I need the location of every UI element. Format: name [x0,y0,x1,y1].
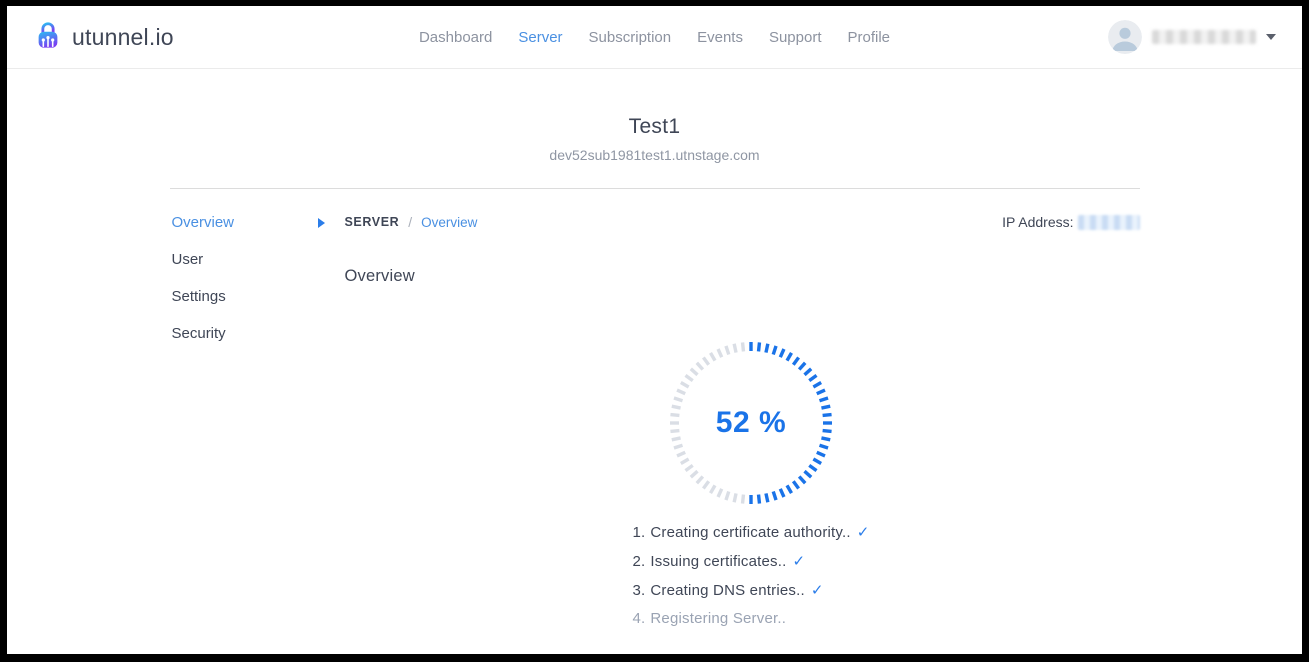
sidebar-item-security[interactable]: Security [172,325,325,342]
sidebar-item-user[interactable]: User [172,251,325,268]
check-icon: ✓ [811,582,824,599]
section-heading: Overview [345,267,1140,286]
ip-address-redacted [1078,215,1140,230]
app-window: utunnel.io Dashboard Server Subscription… [7,6,1302,654]
step-issuing-certs: 2. Issuing certificates.. ✓ [632,552,869,570]
padlock-logo-icon [33,20,63,55]
active-arrow-icon [318,218,325,228]
progress-percent: 52 % [666,338,836,508]
breadcrumb-server[interactable]: SERVER [345,215,400,229]
top-bar: utunnel.io Dashboard Server Subscription… [7,6,1302,69]
nav-profile[interactable]: Profile [848,29,891,46]
breadcrumb: SERVER / Overview [345,214,478,230]
chevron-down-icon [1266,34,1276,40]
nav-subscription[interactable]: Subscription [589,29,672,46]
server-name: Test1 [7,115,1302,139]
step-number: 4. [632,610,645,627]
step-number: 1. [632,524,645,541]
provisioning-steps: 1. Creating certificate authority.. ✓ 2. Is… [632,523,869,627]
check-icon: ✓ [857,524,870,541]
step-creating-dns: 3. Creating DNS entries.. ✓ [632,581,869,599]
ip-address-label: IP Address: [1002,214,1073,230]
nav-server[interactable]: Server [518,29,562,46]
brand-name: utunnel.io [72,24,174,51]
breadcrumb-separator: / [408,214,412,230]
user-menu[interactable] [1108,20,1276,54]
server-sidebar: Overview User Settings Security [170,214,345,638]
content-area: Overview User Settings Security SERVER [170,188,1140,638]
nav-events[interactable]: Events [697,29,743,46]
step-label: Issuing certificates.. [650,553,786,570]
step-label: Creating certificate authority.. [650,524,850,541]
step-number: 3. [632,582,645,599]
main-nav: Dashboard Server Subscription Events Sup… [419,6,890,68]
sidebar-security-label: Security [172,325,226,342]
step-number: 2. [632,553,645,570]
step-label: Registering Server.. [650,610,786,627]
user-name-redacted [1152,30,1256,44]
sidebar-item-settings[interactable]: Settings [172,288,325,305]
step-registering-server: 4. Registering Server.. [632,610,869,627]
brand-logo[interactable]: utunnel.io [33,20,174,55]
step-label: Creating DNS entries.. [650,582,804,599]
breadcrumb-overview[interactable]: Overview [421,215,477,230]
ip-address: IP Address: [1002,214,1139,230]
sidebar-overview-label: Overview [172,214,235,231]
sidebar-user-label: User [172,251,204,268]
step-creating-ca: 1. Creating certificate authority.. ✓ [632,523,869,541]
nav-dashboard[interactable]: Dashboard [419,29,492,46]
avatar [1108,20,1142,54]
sidebar-settings-label: Settings [172,288,226,305]
main-panel: SERVER / Overview IP Address: Overview 5… [345,214,1140,638]
provisioning-progress: 52 % 1. Creating certificate authority.. ✓… [354,338,1149,627]
nav-support[interactable]: Support [769,29,822,46]
sidebar-item-overview[interactable]: Overview [172,214,325,231]
progress-ring-box: 52 % [666,338,836,508]
server-domain: dev52sub1981test1.utnstage.com [7,147,1302,163]
server-head: Test1 dev52sub1981test1.utnstage.com [7,69,1302,163]
check-icon: ✓ [793,553,806,570]
